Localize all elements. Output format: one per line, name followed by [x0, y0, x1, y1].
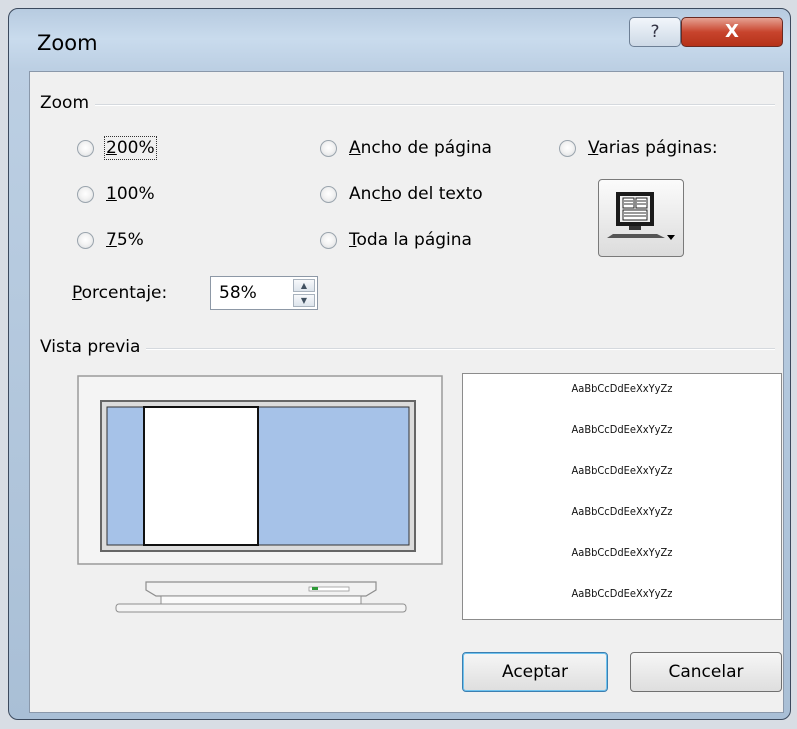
radio-100-label: 100% [106, 184, 155, 204]
close-icon: X [725, 21, 739, 42]
help-button[interactable]: ? [629, 17, 681, 47]
preview-page [143, 406, 259, 546]
radio-indicator [559, 139, 576, 157]
radio-75-label: 75% [106, 230, 144, 250]
radio-page-width-label: Ancho de página [349, 138, 492, 158]
radio-200-label: 200% [104, 136, 157, 160]
monitor-illustration [77, 375, 443, 613]
radio-text-width[interactable]: Ancho del texto [320, 184, 483, 204]
radio-200[interactable]: 200% [77, 136, 157, 160]
sample-text-line: AaBbCcDdEeXxYyZz [571, 546, 673, 559]
preview-group-divider [40, 348, 775, 350]
radio-many-pages-label: Varias páginas: [588, 138, 718, 158]
spin-down-icon[interactable]: ▼ [293, 294, 315, 307]
sample-text-line: AaBbCcDdEeXxYyZz [571, 464, 673, 477]
title-bar[interactable]: Zoom ? X [9, 9, 790, 71]
zoom-dialog: Zoom ? X Zoom 200% 100% 75% Ancho de pág… [8, 8, 791, 720]
radio-indicator [320, 185, 337, 203]
radio-indicator [77, 139, 94, 157]
radio-text-width-label: Ancho del texto [349, 184, 483, 204]
multiple-pages-button[interactable] [598, 179, 684, 257]
radio-indicator [77, 231, 94, 249]
radio-many-pages[interactable]: Varias páginas: [559, 138, 718, 158]
zoom-group-label: Zoom [40, 93, 96, 113]
radio-100[interactable]: 100% [77, 184, 155, 204]
cancel-button[interactable]: Cancelar [630, 652, 782, 692]
sample-text-line: AaBbCcDdEeXxYyZz [571, 505, 673, 518]
percent-label: Porcentaje: [72, 283, 168, 303]
sample-text-box: AaBbCcDdEeXxYyZz AaBbCcDdEeXxYyZz AaBbCc… [462, 373, 782, 620]
sample-text-line: AaBbCcDdEeXxYyZz [571, 587, 673, 600]
dialog-body: Zoom 200% 100% 75% Ancho de página Ancho… [29, 71, 784, 713]
radio-page-width[interactable]: Ancho de página [320, 138, 492, 158]
percent-input[interactable]: 58% ▲ ▼ [210, 276, 318, 310]
zoom-group-divider [40, 104, 775, 106]
radio-75[interactable]: 75% [77, 230, 144, 250]
percent-spinner[interactable]: ▲ ▼ [293, 279, 315, 307]
sample-text-line: AaBbCcDdEeXxYyZz [571, 423, 673, 436]
radio-whole-page[interactable]: Toda la página [320, 230, 472, 250]
spin-up-icon[interactable]: ▲ [293, 279, 315, 292]
radio-whole-page-label: Toda la página [349, 230, 472, 250]
window-title: Zoom [37, 31, 98, 55]
sample-text-line: AaBbCcDdEeXxYyZz [571, 382, 673, 395]
help-icon: ? [650, 22, 660, 42]
preview-group-label: Vista previa [40, 337, 147, 357]
ok-button[interactable]: Aceptar [462, 652, 608, 692]
radio-indicator [320, 231, 337, 249]
percent-value: 58% [219, 283, 257, 303]
preview-monitor [76, 374, 446, 624]
multiple-pages-icon [607, 192, 675, 240]
radio-indicator [320, 139, 337, 157]
radio-indicator [77, 185, 94, 203]
close-button[interactable]: X [681, 17, 783, 47]
